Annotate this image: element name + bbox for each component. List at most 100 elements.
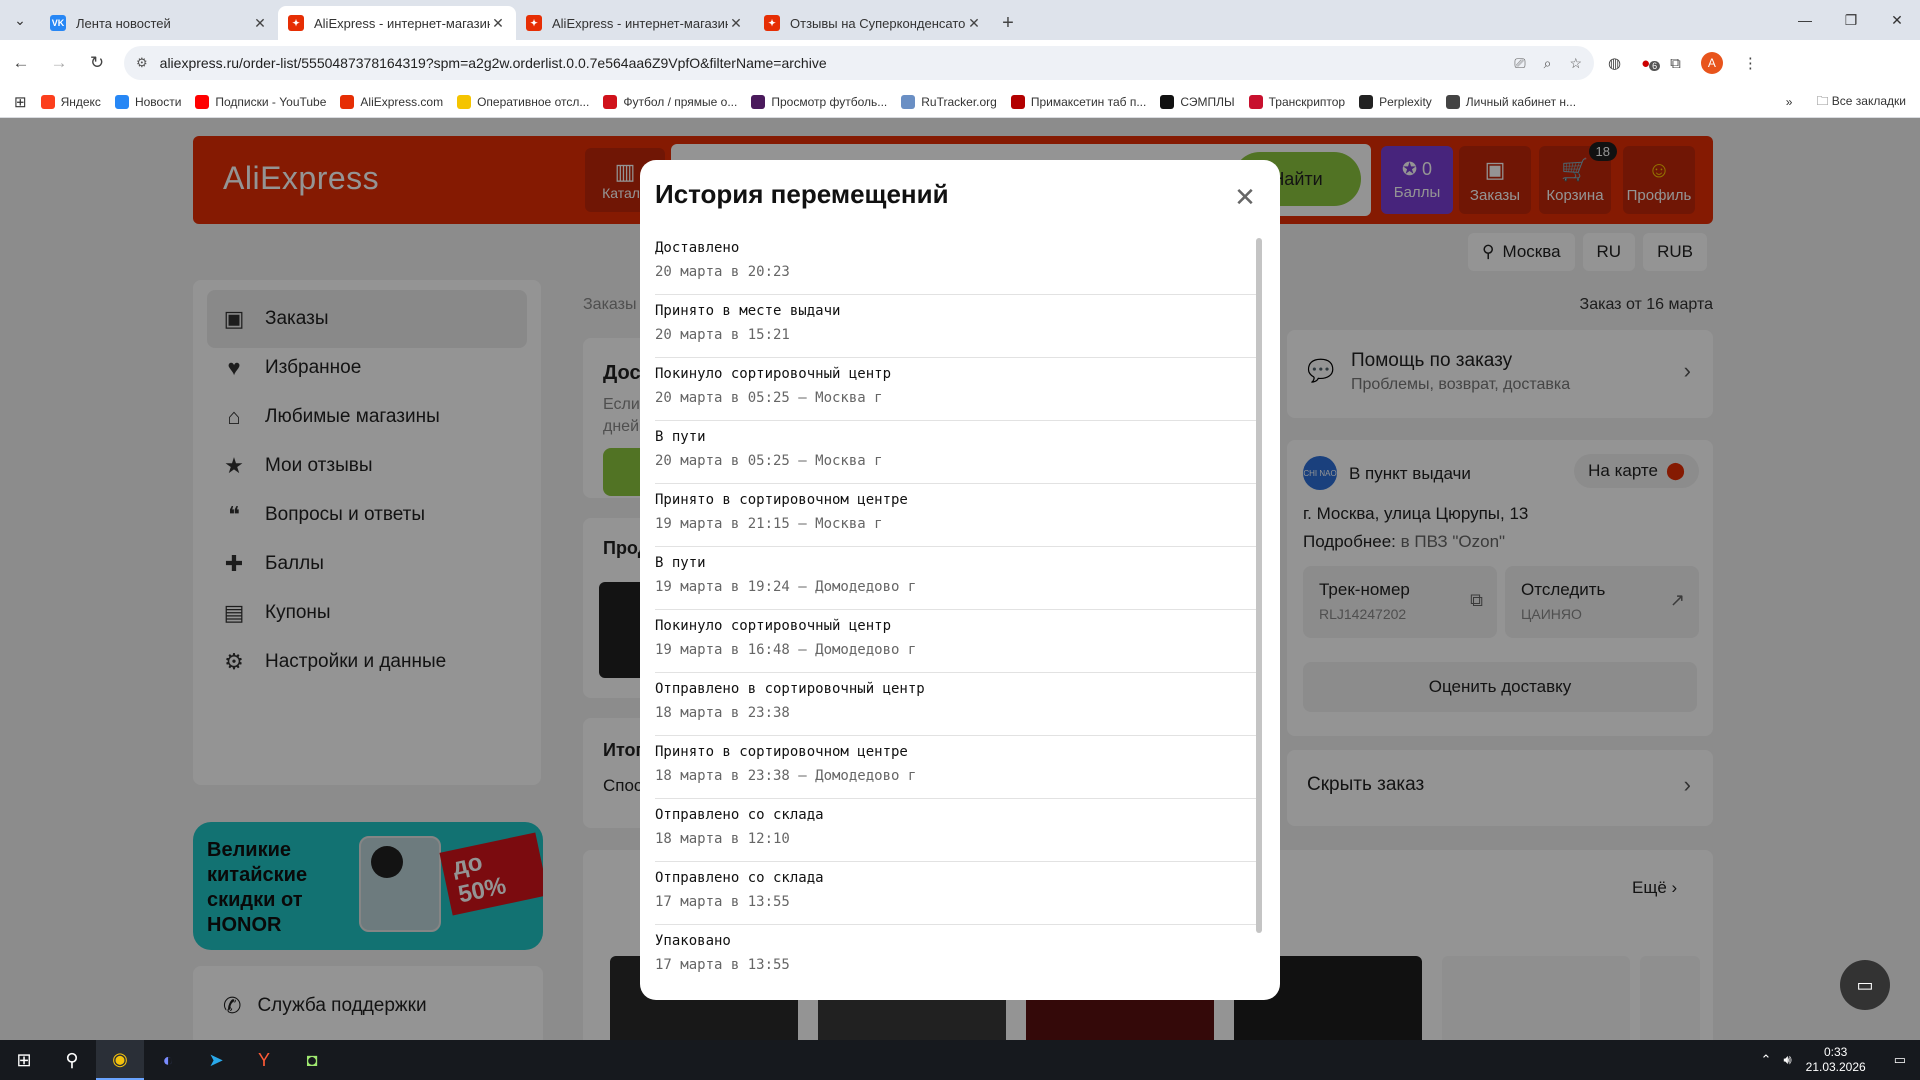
address-bar[interactable]: ⚙ aliexpress.ru/order-list/5550487378164… xyxy=(124,46,1594,80)
bookmark-item[interactable]: Просмотр футболь... xyxy=(751,94,887,109)
event-time: 18 марта в 23:38 xyxy=(655,705,790,721)
bookmark-item[interactable]: Примаксетин таб п... xyxy=(1010,94,1146,109)
window-controls: — ❐ ✕ xyxy=(1782,0,1920,40)
close-icon[interactable]: ✕ xyxy=(1230,182,1260,212)
forward-button[interactable]: → xyxy=(42,46,76,80)
tracking-event-list[interactable]: Доставлено 20 марта в 20:23 Принято в мест… xyxy=(655,232,1258,976)
browser-tab[interactable]: VK Лента новостей ✕ xyxy=(40,6,278,40)
event-time: 19 марта в 16:48 — Домодедово г xyxy=(655,642,917,658)
tracking-event: Покинуло сортировочный центр 19 марта в 1… xyxy=(655,610,1258,673)
back-button[interactable]: ← xyxy=(4,46,38,80)
bookmark-item[interactable]: СЭМПЛЫ xyxy=(1160,94,1235,109)
tab-title: Отзывы на Суперконденсатор xyxy=(790,15,966,31)
tracking-event: Отправлено со склада 18 марта в 12:10 xyxy=(655,799,1258,862)
browser-tab[interactable]: ✦ AliExpress - интернет-магазин ✕ xyxy=(516,6,754,40)
profile-avatar[interactable]: A xyxy=(1700,52,1723,74)
clock-date: 21.03.2026 xyxy=(1805,1060,1866,1074)
bookmark-item[interactable]: Perplexity xyxy=(1359,94,1432,109)
event-time: 20 марта в 15:21 xyxy=(655,327,790,343)
bookmark-favicon-icon xyxy=(457,94,472,109)
event-time: 20 марта в 05:25 — Москва г xyxy=(655,390,883,406)
scrollbar[interactable] xyxy=(1256,238,1262,982)
tab-title: Лента новостей xyxy=(76,15,171,31)
event-status: Принято в месте выдачи xyxy=(655,303,841,319)
bookmark-item[interactable]: RuTracker.org xyxy=(901,94,997,109)
messenger-icon[interactable]: ◐ xyxy=(144,1040,192,1080)
bookmark-label: Футбол / прямые о... xyxy=(623,94,738,109)
notifications-icon[interactable]: ▭ xyxy=(1894,1052,1906,1068)
volume-icon[interactable]: 🔊︎ xyxy=(1783,1052,1791,1068)
more-bookmarks-icon[interactable]: » xyxy=(1786,95,1793,109)
search-icon[interactable]: ⚲ xyxy=(48,1040,96,1080)
tab-close-icon[interactable]: ✕ xyxy=(490,15,506,32)
bookmark-item[interactable]: Личный кабинет н... xyxy=(1445,94,1576,109)
bookmark-label: AliExpress.com xyxy=(360,94,444,109)
event-status: Принято в сортировочном центре xyxy=(655,492,908,508)
bookmark-item[interactable]: Оперативное отсл... xyxy=(457,94,589,109)
browser-tab[interactable]: ✦ AliExpress - интернет-магазин ✕ xyxy=(278,6,516,40)
bookmark-item[interactable]: Транскриптор xyxy=(1248,94,1346,109)
tab-strip: VK Лента новостей ✕ ✦ AliExpress - интернет-… xyxy=(40,6,992,40)
extensions-puzzle-icon[interactable]: ⧉ xyxy=(1670,55,1681,72)
chat-fab-icon[interactable]: ▭ xyxy=(1840,960,1890,1010)
event-time: 17 марта в 13:55 xyxy=(655,957,790,973)
app-icon[interactable]: ◘ xyxy=(288,1040,336,1080)
toolbar-extensions: ◍ ● 6 ⧉ A ⋮ xyxy=(1608,52,1758,74)
event-status: Отправлено со склада xyxy=(655,870,824,886)
reload-button[interactable]: ↻ xyxy=(80,46,114,80)
close-window-button[interactable]: ✕ xyxy=(1874,0,1920,40)
extension-badge: 6 xyxy=(1649,60,1661,71)
tab-title: AliExpress - интернет-магазин xyxy=(552,15,728,31)
browser-menu-icon[interactable]: ⋮ xyxy=(1743,54,1758,72)
tab-title: AliExpress - интернет-магазин xyxy=(314,15,490,31)
bookmark-label: Транскриптор xyxy=(1268,94,1346,109)
browser-tab-bar: ⌄ VK Лента новостей ✕ ✦ AliExpress - интерне… xyxy=(0,0,1920,40)
event-status: В пути xyxy=(655,555,706,571)
tracking-event: Принято в сортировочном центре 18 марта в… xyxy=(655,736,1258,799)
bookmark-favicon-icon xyxy=(1445,94,1460,109)
tracking-event: Отправлено со склада 17 марта в 13:55 xyxy=(655,862,1258,925)
tab-close-icon[interactable]: ✕ xyxy=(966,15,982,32)
event-status: Покинуло сортировочный центр xyxy=(655,618,892,634)
bookmark-label: Подписки - YouTube xyxy=(215,94,327,109)
site-info-icon[interactable]: ⚙ xyxy=(136,55,148,71)
bookmark-item[interactable]: Новости xyxy=(114,94,181,109)
bookmark-favicon-icon xyxy=(751,94,766,109)
vpn-extension-icon[interactable]: ◍ xyxy=(1608,54,1621,72)
new-tab-button[interactable]: + xyxy=(992,6,1024,40)
bookmark-item[interactable]: Яндекс xyxy=(40,94,101,109)
windows-taskbar: ⊞ ⚲ ◉ ◐ ➤ Y ◘ ⌃ 🔊︎ 0:33 21.03.2026 ▭ xyxy=(0,1040,1920,1080)
event-status: Отправлено со склада xyxy=(655,807,824,823)
bookmark-item[interactable]: Футбол / прямые о... xyxy=(603,94,738,109)
tracking-event: Отправлено в сортировочный центр 18 марта… xyxy=(655,673,1258,736)
tab-close-icon[interactable]: ✕ xyxy=(728,15,744,32)
install-app-icon[interactable]: ⎚ xyxy=(1514,55,1525,72)
tray-chevron-icon[interactable]: ⌃ xyxy=(1761,1052,1772,1068)
bookmarks-bar: ⊞ Яндекс Новости Подписки - YouTube AliExpr… xyxy=(0,86,1920,118)
tab-close-icon[interactable]: ✕ xyxy=(252,15,268,32)
chrome-icon[interactable]: ◉ xyxy=(96,1040,144,1080)
clock[interactable]: 0:33 21.03.2026 xyxy=(1806,1045,1866,1075)
tracking-event: В пути 20 марта в 05:25 — Москва г xyxy=(655,421,1258,484)
yandex-browser-icon[interactable]: Y xyxy=(240,1040,288,1080)
start-button-icon[interactable]: ⊞ xyxy=(0,1040,48,1080)
bookmark-label: RuTracker.org xyxy=(921,94,997,109)
tracking-event: Принято в сортировочном центре 19 марта в… xyxy=(655,484,1258,547)
restore-button[interactable]: ❐ xyxy=(1828,0,1874,40)
bookmark-star-icon[interactable]: ☆ xyxy=(1569,55,1582,72)
extension-with-badge-icon[interactable]: ● 6 xyxy=(1641,55,1661,72)
bookmark-item[interactable]: Подписки - YouTube xyxy=(195,94,327,109)
minimize-button[interactable]: — xyxy=(1782,0,1828,40)
browser-tab[interactable]: ✦ Отзывы на Суперконденсатор ✕ xyxy=(754,6,992,40)
telegram-icon[interactable]: ➤ xyxy=(192,1040,240,1080)
apps-grid-icon[interactable]: ⊞ xyxy=(14,93,27,111)
all-bookmarks-label: Все закладки xyxy=(1831,93,1906,108)
tab-search-button[interactable]: ⌄ xyxy=(0,0,40,40)
zoom-icon[interactable]: ⌕ xyxy=(1544,55,1552,72)
bookmark-list: Яндекс Новости Подписки - YouTube AliExpres… xyxy=(27,94,1576,109)
all-bookmarks-folder[interactable]: 🗀 Все закладки xyxy=(1816,92,1906,113)
bookmark-item[interactable]: AliExpress.com xyxy=(340,94,444,109)
scrollbar-thumb[interactable] xyxy=(1256,238,1262,933)
clock-time: 0:33 xyxy=(1823,1045,1848,1059)
bookmark-favicon-icon xyxy=(195,94,210,109)
